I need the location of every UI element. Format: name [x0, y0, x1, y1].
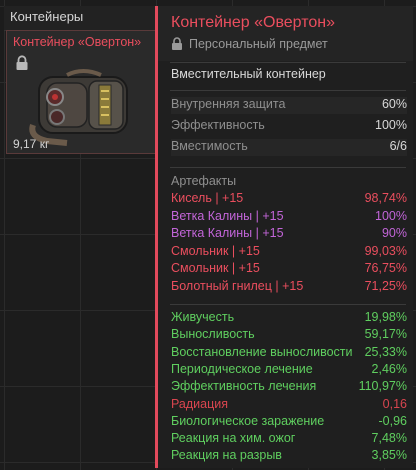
effect-row-value: -0,96	[378, 413, 408, 428]
stat-row-value: 100%	[375, 118, 407, 132]
effect-row-label: Периодическое лечение	[171, 361, 313, 376]
artifact-row-label: Ветка Калины | +15	[171, 208, 284, 223]
artifact-row-value: 90%	[381, 226, 407, 241]
artifact-row: Ветка Калины | +15 90%	[171, 226, 407, 243]
divider	[170, 90, 406, 91]
artifact-row-value: 98,74%	[364, 191, 407, 205]
stat-row-value: 60%	[381, 97, 407, 111]
artifact-row: Болотный гнилец | +15 71,25%	[171, 279, 407, 296]
effect-row: Эффективность лечения 110,97%	[171, 379, 407, 396]
artifact-row-label: Смольник | +15	[171, 243, 260, 258]
tooltip-title: Контейнер «Овертон»	[171, 14, 336, 31]
inventory-title: Контейнеры	[10, 9, 84, 24]
effect-row-label: Радиация	[171, 396, 229, 411]
divider	[170, 167, 406, 168]
tooltip-description: Вместительный контейнер	[171, 67, 326, 81]
stat-row-value: 6/6	[389, 139, 407, 153]
tooltip-subtitle: Персональный предмет	[189, 37, 328, 51]
effect-row-value: 19,98%	[364, 310, 407, 324]
effect-row-value: 2,46%	[371, 361, 407, 376]
effect-row: Восстановление выносливости 25,33%	[171, 345, 407, 362]
effect-row: Живучесть 19,98%	[171, 310, 407, 327]
effect-row: Реакция на хим. ожог 7,48%	[171, 431, 407, 448]
effect-row: Выносливость 59,17%	[171, 327, 407, 344]
artifact-row-label: Кисель | +15	[171, 191, 244, 205]
artifact-row-value: 100%	[375, 208, 407, 223]
divider	[170, 304, 406, 305]
effect-row-label: Реакция на разрыв	[171, 448, 282, 463]
effect-row-value: 3,85%	[371, 448, 407, 463]
effect-row-label: Эффективность лечения	[171, 379, 317, 394]
effect-row-label: Реакция на хим. ожог	[171, 431, 296, 446]
stat-row-label: Эффективность	[171, 118, 265, 132]
effect-row: Радиация 0,16	[171, 397, 407, 414]
effect-row-label: Выносливость	[171, 327, 255, 342]
stat-row: Вместимость 6/6	[171, 139, 407, 156]
artifact-row: Кисель | +15 98,74%	[171, 191, 407, 208]
artifacts-title: Артефакты	[171, 174, 237, 188]
artifact-row-value: 71,25%	[364, 279, 407, 293]
artifact-row: Ветка Калины | +15 100%	[171, 209, 407, 226]
effect-row-value: 25,33%	[364, 344, 407, 359]
artifact-row-value: 99,03%	[364, 243, 407, 258]
effect-row-value: 110,97%	[358, 379, 407, 394]
stat-row: Эффективность 100%	[171, 118, 407, 135]
effect-row-value: 0,16	[382, 396, 407, 411]
artifact-row-label: Болотный гнилец | +15	[171, 279, 304, 293]
effect-row: Периодическое лечение 2,46%	[171, 362, 407, 379]
effect-row: Реакция на разрыв 3,85%	[171, 448, 407, 465]
lock-icon	[172, 37, 182, 50]
effect-row-label: Биологическое заражение	[171, 413, 325, 428]
container-item-image	[29, 69, 128, 146]
artifact-row: Смольник | +15 76,75%	[171, 261, 407, 278]
effect-row-value: 7,48%	[371, 431, 407, 446]
item-weight: 9,17 кг	[13, 137, 50, 151]
artifact-row-value: 76,75%	[364, 261, 407, 276]
stat-row-label: Внутренняя защита	[171, 97, 286, 111]
inventory-slot-container[interactable]: Контейнер «Овертон» 9,17 кг	[6, 30, 156, 154]
stat-row: Внутренняя защита 60%	[171, 97, 407, 114]
effect-row-label: Восстановление выносливости	[171, 344, 353, 359]
item-name: Контейнер «Овертон»	[13, 35, 142, 49]
artifact-row-label: Ветка Калины | +15	[171, 226, 284, 241]
divider	[170, 62, 406, 63]
stat-row-label: Вместимость	[171, 139, 248, 153]
artifact-row: Смольник | +15 99,03%	[171, 244, 407, 261]
effect-row-value: 59,17%	[364, 327, 407, 342]
item-tooltip: Контейнер «Овертон» Персональный предмет…	[155, 6, 413, 468]
effect-row: Биологическое заражение -0,96	[171, 414, 407, 431]
effect-row-label: Живучесть	[171, 310, 235, 324]
artifact-row-label: Смольник | +15	[171, 261, 260, 276]
